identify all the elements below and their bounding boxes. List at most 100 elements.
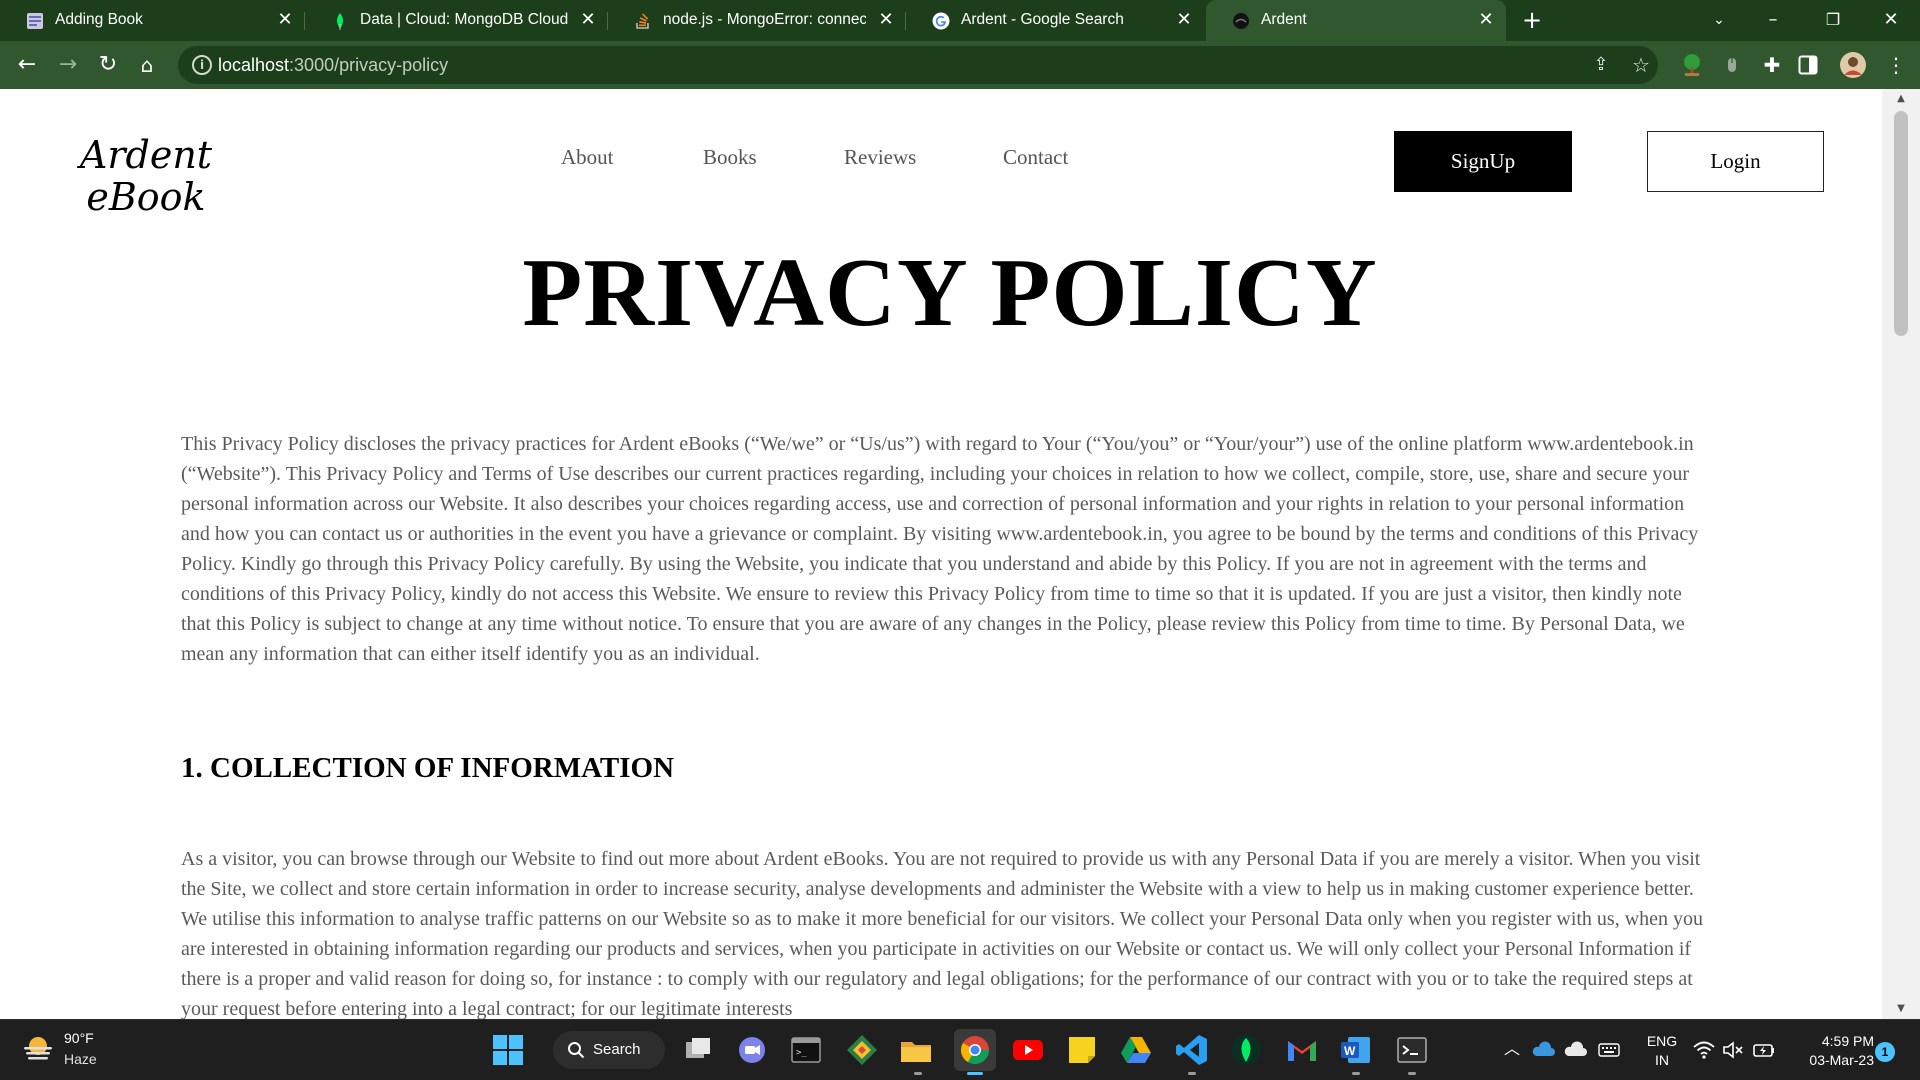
system-clock[interactable]: 4:59 PM 03-Mar-23 (1790, 1032, 1874, 1070)
input-language-indicator[interactable]: ENG IN (1642, 1032, 1682, 1070)
nav-link-contact[interactable]: Contact (1003, 145, 1068, 170)
chrome-taskbar-button[interactable] (954, 1029, 996, 1071)
restore-window-button[interactable]: ❐ (1818, 8, 1848, 34)
windows-taskbar: 90°F Haze Search >_ W ︿ ENG IN 4:59 PM 0… (0, 1019, 1920, 1080)
word-icon[interactable]: W (1338, 1032, 1374, 1068)
url-text[interactable]: localhost:3000/privacy-policy (218, 55, 448, 76)
weather-haze-icon[interactable] (22, 1034, 54, 1062)
keyboard-icon[interactable] (1598, 1042, 1620, 1058)
snipping-tool-icon[interactable] (844, 1032, 880, 1068)
scroll-up-arrow-icon[interactable]: ▲ (1882, 89, 1920, 109)
home-icon[interactable]: ⌂ (133, 51, 161, 79)
page-viewport: Ardent eBook About Books Reviews Contact… (0, 89, 1882, 1019)
search-label: Search (593, 1041, 641, 1058)
intro-paragraph: This Privacy Policy discloses the privac… (181, 433, 1699, 665)
running-app-indicator (1352, 1072, 1360, 1075)
bookmark-star-icon[interactable]: ☆ (1629, 53, 1653, 77)
weather-condition[interactable]: Haze (64, 1051, 97, 1067)
weather-temperature[interactable]: 90°F (64, 1030, 94, 1046)
google-icon (932, 12, 950, 30)
nav-link-about[interactable]: About (561, 145, 614, 170)
language-code: ENG (1646, 1033, 1678, 1049)
region-code: IN (1655, 1052, 1669, 1068)
share-icon[interactable]: ⇪ (1589, 53, 1613, 77)
signup-button[interactable]: SignUp (1394, 131, 1572, 192)
clock-date: 03-Mar-23 (1809, 1052, 1874, 1068)
browser-menu-kebab-icon[interactable]: ⋮ (1882, 51, 1910, 79)
teams-chat-icon[interactable] (734, 1032, 770, 1068)
browser-tab-stackoverflow[interactable]: node.js - MongoError: connect ECONNREFUS… (608, 0, 906, 41)
running-app-indicator (914, 1072, 922, 1075)
file-explorer-icon[interactable] (898, 1032, 934, 1068)
close-tab-icon[interactable]: ✕ (1174, 10, 1194, 30)
tab-title: node.js - MongoError: connect ECONNREFUS… (663, 11, 866, 28)
tree-extension-icon[interactable] (1680, 53, 1704, 77)
battery-charging-icon[interactable] (1752, 1040, 1776, 1060)
browser-tab-adding-book[interactable]: Adding Book ✕ (0, 0, 305, 41)
sticky-notes-icon[interactable] (1064, 1032, 1100, 1068)
close-tab-icon[interactable]: ✕ (876, 10, 896, 30)
browser-tab-ardent[interactable]: Ardent ✕ (1206, 0, 1506, 41)
terminal-icon[interactable]: >_ (788, 1032, 824, 1068)
nav-link-books[interactable]: Books (703, 145, 757, 170)
logo-line-2: eBook (86, 175, 206, 219)
nav-link-reviews[interactable]: Reviews (844, 145, 916, 170)
page-icon (27, 13, 43, 29)
back-arrow-icon[interactable]: ← (13, 51, 41, 79)
onedrive-cloud-icon[interactable] (1531, 1040, 1555, 1058)
taskbar-search[interactable]: Search (553, 1031, 665, 1069)
site-logo[interactable]: Ardent eBook (76, 134, 216, 218)
svg-text:>_: >_ (796, 1048, 807, 1058)
show-hidden-icons-chevron-icon[interactable]: ︿ (1504, 1038, 1520, 1060)
section-heading-collection: 1. COLLECTION OF INFORMATION (181, 752, 675, 784)
site-favicon (1233, 13, 1249, 29)
youtube-icon[interactable] (1010, 1032, 1046, 1068)
page-title: PRIVACY POLICY (522, 239, 1378, 347)
page-scrollbar[interactable]: ▲ ▼ (1882, 89, 1920, 1019)
wifi-icon[interactable] (1693, 1040, 1715, 1060)
mouse-extension-icon[interactable] (1720, 53, 1744, 77)
browser-tab-google-search[interactable]: Ardent - Google Search ✕ (906, 0, 1204, 41)
scrollbar-thumb[interactable] (1894, 111, 1908, 336)
tab-title: Adding Book (55, 11, 143, 28)
mongodb-leaf-icon (337, 13, 343, 30)
stackoverflow-icon (636, 13, 649, 29)
extensions-puzzle-icon[interactable]: ✚ (1758, 51, 1786, 79)
reload-icon[interactable]: ↻ (94, 51, 122, 79)
forward-arrow-icon[interactable]: → (54, 51, 82, 79)
mongodb-compass-icon[interactable] (1228, 1032, 1264, 1068)
close-tab-icon[interactable]: ✕ (1476, 10, 1496, 30)
logo-line-1: Ardent (79, 133, 213, 177)
cloud-sync-icon[interactable] (1563, 1040, 1587, 1058)
browser-toolbar: ← → ↻ ⌂ i localhost:3000/privacy-policy … (0, 41, 1920, 89)
windows-start-icon[interactable] (490, 1032, 526, 1068)
tab-title: Ardent (1261, 11, 1307, 28)
notification-badge[interactable]: 1 (1875, 1042, 1895, 1062)
gmail-icon[interactable] (1284, 1032, 1320, 1068)
task-view-icon[interactable] (680, 1032, 716, 1068)
scroll-down-arrow-icon[interactable]: ▼ (1882, 999, 1920, 1019)
site-info-icon[interactable]: i (192, 55, 212, 75)
tab-search-chevron-icon[interactable]: ⌄ (1704, 8, 1734, 34)
vscode-icon[interactable] (1174, 1032, 1210, 1068)
close-tab-icon[interactable]: ✕ (275, 10, 295, 30)
minimize-window-button[interactable]: – (1758, 8, 1788, 34)
address-bar[interactable]: i localhost:3000/privacy-policy ⇪ ☆ (178, 46, 1658, 84)
speaker-muted-icon[interactable] (1722, 1040, 1744, 1060)
google-drive-icon[interactable] (1118, 1032, 1154, 1068)
login-button[interactable]: Login (1647, 131, 1824, 192)
new-tab-button[interactable]: + (1519, 8, 1545, 34)
tab-title: Ardent - Google Search (961, 11, 1124, 28)
running-app-indicator (1188, 1072, 1196, 1075)
profile-avatar[interactable] (1839, 51, 1867, 79)
search-icon (568, 1042, 585, 1059)
side-panel-icon[interactable] (1798, 55, 1818, 75)
svg-text:W: W (1344, 1044, 1356, 1058)
browser-tab-mongodb[interactable]: Data | Cloud: MongoDB Cloud ✕ (305, 0, 608, 41)
close-tab-icon[interactable]: ✕ (578, 10, 598, 30)
collection-paragraph: As a visitor, you can browse through our… (181, 848, 1704, 1019)
clock-time: 4:59 PM (1821, 1033, 1874, 1049)
command-prompt-icon[interactable] (1394, 1032, 1430, 1068)
close-window-button[interactable]: ✕ (1876, 8, 1906, 34)
browser-tab-strip: Adding Book ✕ Data | Cloud: MongoDB Clou… (0, 0, 1920, 41)
